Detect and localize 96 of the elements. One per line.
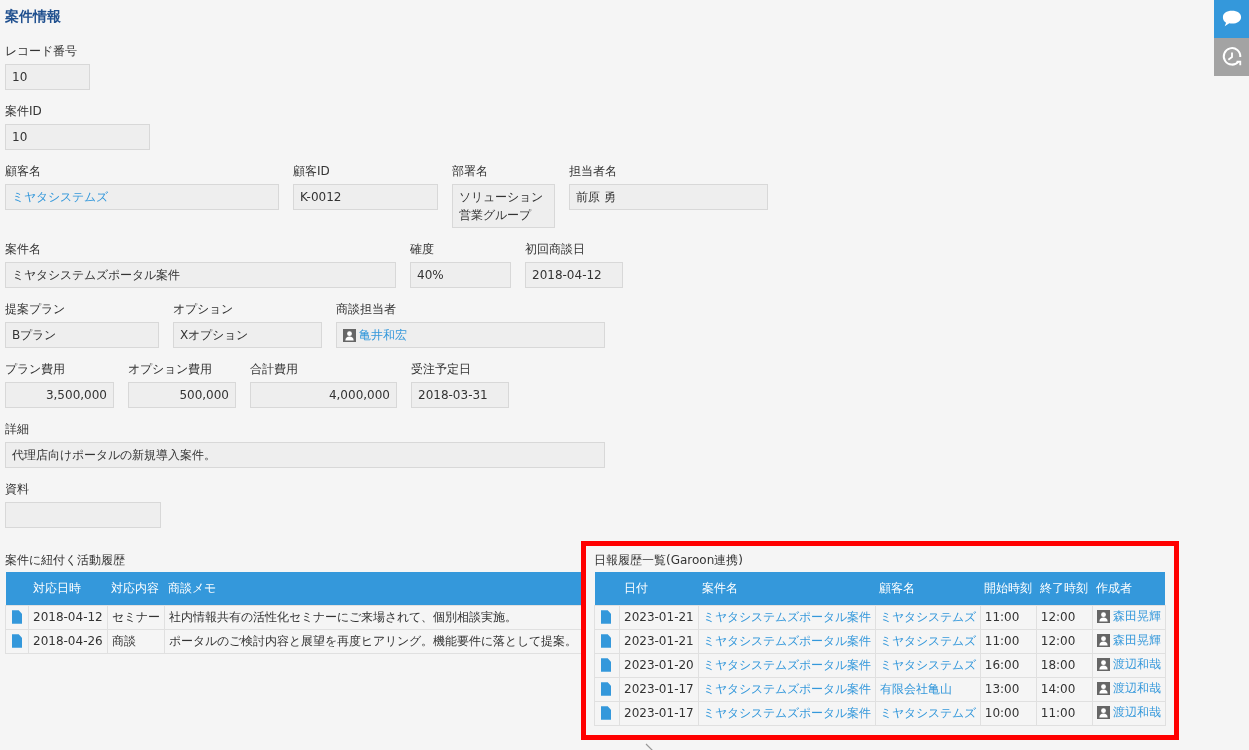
document-icon[interactable]	[601, 682, 611, 696]
table-cell: 2018-04-26	[28, 629, 108, 653]
field-label: 担当者名	[569, 163, 617, 179]
speech-bubble-icon	[1220, 9, 1243, 29]
comment-button[interactable]	[1214, 0, 1249, 38]
column-header: 対応内容	[107, 572, 165, 605]
table-cell: 13:00	[980, 677, 1037, 701]
field-label: 詳細	[5, 421, 29, 437]
document-icon[interactable]	[12, 634, 22, 648]
table-cell: 2023-01-21	[619, 605, 699, 629]
table-cell: 商談	[107, 629, 165, 653]
field-value: ミヤタシステムズポータル案件	[5, 262, 396, 288]
link-cell[interactable]: ミヤタシステムズポータル案件	[698, 629, 876, 653]
link-cell[interactable]: ミヤタシステムズ	[875, 701, 981, 725]
header-cell	[594, 572, 620, 605]
field-label: 資料	[5, 481, 29, 497]
field-value: 10	[5, 64, 90, 90]
table-cell: 11:00	[1036, 701, 1093, 725]
link-cell[interactable]: ミヤタシステムズポータル案件	[698, 605, 876, 629]
link-cell[interactable]: ミヤタシステムズ	[875, 605, 981, 629]
user-icon	[1096, 634, 1110, 647]
table-cell: 11:00	[980, 629, 1037, 653]
user-link[interactable]: 亀井和宏	[359, 326, 407, 344]
field-value: Bプラン	[5, 322, 159, 348]
field-label: 案件ID	[5, 103, 42, 119]
document-icon[interactable]	[601, 658, 611, 672]
table-cell: 2023-01-17	[619, 701, 699, 725]
history-button[interactable]	[1214, 38, 1249, 76]
clock-refresh-icon	[1220, 46, 1243, 68]
user-icon	[343, 328, 356, 342]
field-value: 10	[5, 124, 150, 150]
field-value: 40%	[410, 262, 511, 288]
field-label: 商談担当者	[336, 301, 396, 317]
field-label: 確度	[410, 241, 434, 257]
field-label: レコード番号	[5, 43, 77, 59]
field-value: 前原 勇	[569, 184, 768, 210]
column-header: 顧客名	[875, 572, 981, 605]
link-cell[interactable]: ミヤタシステムズポータル案件	[698, 701, 876, 725]
link-cell[interactable]: ミヤタシステムズポータル案件	[698, 653, 876, 677]
user-icon	[1096, 682, 1110, 695]
table-cell: 11:00	[980, 605, 1037, 629]
table-cell: 12:00	[1036, 605, 1093, 629]
document-icon[interactable]	[601, 706, 611, 720]
table-cell: 12:00	[1036, 629, 1093, 653]
table-cell: 2023-01-20	[619, 653, 699, 677]
user-icon	[1096, 706, 1110, 719]
field-label: プラン費用	[5, 361, 65, 377]
column-header: 開始時刻	[980, 572, 1037, 605]
table-cell: 16:00	[980, 653, 1037, 677]
field-label: 案件名	[5, 241, 41, 257]
table-title: 案件に紐付く活動履歴	[5, 552, 125, 568]
field-value: ソリューション営業グループ	[452, 184, 555, 228]
field-value: 2018-03-31	[411, 382, 509, 408]
field-label: 顧客名	[5, 163, 41, 179]
table-cell: 10:00	[980, 701, 1037, 725]
document-icon[interactable]	[601, 634, 611, 648]
table-cell: 14:00	[1036, 677, 1093, 701]
section-title: 案件情報	[5, 8, 62, 26]
field-label: オプション費用	[128, 361, 212, 377]
field-value: 2018-04-12	[525, 262, 623, 288]
table-cell: 18:00	[1036, 653, 1093, 677]
field-value: 代理店向けポータルの新規導入案件。	[5, 442, 605, 468]
field-label: 受注予定日	[411, 361, 471, 377]
column-header: 対応日時	[28, 572, 108, 605]
table-cell: 2023-01-21	[619, 629, 699, 653]
field-label: 初回商談日	[525, 241, 585, 257]
field-value: 4,000,000	[250, 382, 397, 408]
field-value[interactable]: ミヤタシステムズ	[5, 184, 279, 210]
field-value: Xオプション	[173, 322, 322, 348]
link-cell[interactable]: ミヤタシステムズ	[875, 653, 981, 677]
user-icon	[1096, 658, 1110, 671]
field-value: K-0012	[293, 184, 438, 210]
field-label: 部署名	[452, 163, 488, 179]
document-icon[interactable]	[601, 610, 611, 624]
table-cell: 2023-01-17	[619, 677, 699, 701]
table-cell: 2018-04-12	[28, 605, 108, 629]
column-header: 日付	[619, 572, 699, 605]
link-cell[interactable]: ミヤタシステムズ	[875, 629, 981, 653]
column-header: 商談メモ	[164, 572, 582, 605]
link-cell[interactable]: ミヤタシステムズポータル案件	[698, 677, 876, 701]
field-label: オプション	[173, 301, 233, 317]
column-header: 終了時刻	[1036, 572, 1093, 605]
column-header: 作成者	[1092, 572, 1166, 605]
field-label: 提案プラン	[5, 301, 65, 317]
field-value: 3,500,000	[5, 382, 114, 408]
document-icon[interactable]	[12, 610, 22, 624]
field-label: 合計費用	[250, 361, 298, 377]
field-label: 顧客ID	[293, 163, 330, 179]
link-cell[interactable]: 有限会社亀山	[875, 677, 981, 701]
table-cell: 社内情報共有の活性化セミナーにご来場されて、個別相談実施。	[164, 605, 582, 629]
field-value: 500,000	[128, 382, 236, 408]
header-cell	[5, 572, 29, 605]
table-cell: セミナー	[107, 605, 165, 629]
user-icon	[1096, 610, 1110, 623]
column-header: 案件名	[698, 572, 876, 605]
table-title: 日報履歴一覧(Garoon連携)	[594, 552, 743, 568]
